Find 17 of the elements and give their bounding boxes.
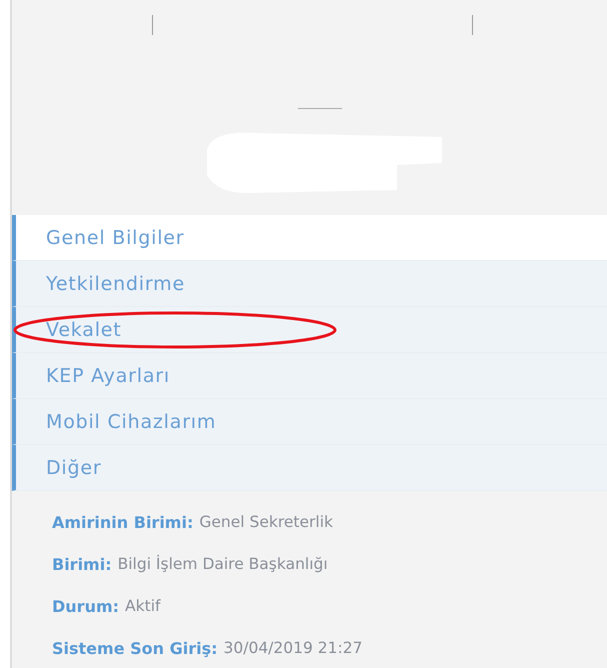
field-value: Genel Sekreterlik [199, 513, 333, 531]
field-value: Aktif [125, 597, 160, 615]
divider-tick [472, 15, 473, 35]
divider-dash [298, 108, 342, 109]
menu-item[interactable]: Genel Bilgiler [12, 215, 607, 261]
menu-item[interactable]: Mobil Cihazlarım [12, 399, 607, 445]
field-label: Birimi: [52, 554, 112, 574]
field-label: Sisteme Son Giriş: [52, 638, 218, 658]
divider-tick [152, 15, 153, 35]
menu-item[interactable]: Yetkilendirme [12, 261, 607, 307]
menu-item[interactable]: Vekalet [12, 307, 607, 353]
field-label: Durum: [52, 596, 120, 616]
field-value: 30/04/2019 21:27 [224, 639, 362, 657]
menu-item[interactable]: Diğer [12, 445, 607, 491]
field-label: Amirinin Birimi: [52, 512, 194, 532]
menu-item[interactable]: KEP Ayarları [12, 353, 607, 399]
field-value: Bilgi İşlem Daire Başkanlığı [118, 555, 328, 573]
